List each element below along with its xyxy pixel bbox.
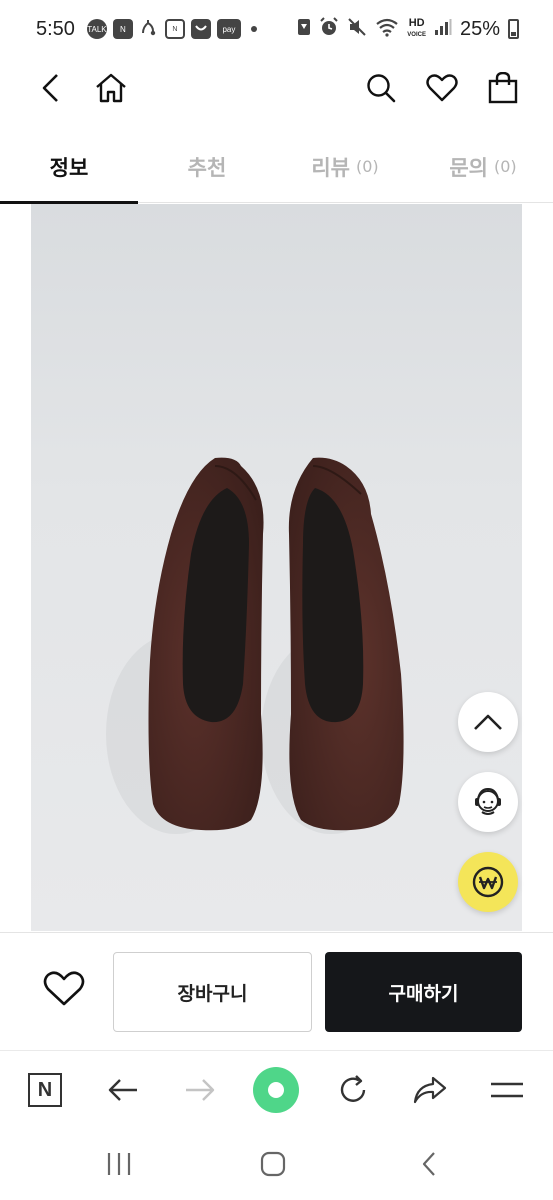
shoes-illustration (106, 457, 404, 834)
pay-floating-button[interactable] (458, 852, 518, 912)
status-bar: 5:50 TALK N N pay HD VOICE 25% (0, 0, 553, 58)
home-button[interactable] (89, 66, 133, 110)
customer-support-button[interactable] (458, 772, 518, 832)
tab-label: 리뷰 (311, 155, 350, 180)
signal-icon (434, 18, 452, 41)
reload-icon (340, 1075, 366, 1102)
tab-info[interactable]: 정보 (0, 130, 138, 204)
menu-icon (491, 1082, 523, 1098)
naver-icon: N (112, 19, 133, 39)
tab-count: (0) (493, 157, 517, 176)
status-time: 5:50 (36, 17, 75, 40)
talk-icon: TALK (86, 19, 107, 39)
more-notifications-icon (250, 26, 257, 32)
tab-recommend[interactable]: 추천 (138, 130, 276, 203)
browser-forward-button[interactable] (177, 1067, 223, 1113)
search-button[interactable] (359, 66, 403, 110)
share-icon (413, 1076, 447, 1104)
system-home-button[interactable] (253, 1144, 293, 1184)
sync-icon (297, 18, 311, 41)
wishlist-button[interactable] (420, 66, 464, 110)
tab-review[interactable]: 리뷰 (0) (276, 130, 414, 203)
heart-icon (426, 74, 458, 102)
wishlist-toggle-button[interactable] (40, 965, 88, 1013)
home-square-icon (260, 1151, 286, 1177)
product-image (31, 204, 522, 931)
recent-apps-icon (107, 1153, 131, 1175)
mute-icon (347, 17, 367, 42)
wifi-icon (375, 17, 399, 42)
battery-percent: 25% (459, 17, 500, 40)
tab-label: 추천 (187, 155, 227, 180)
reload-button[interactable] (330, 1067, 376, 1113)
top-navigation (0, 58, 553, 118)
tab-count: (0) (355, 157, 379, 176)
status-notification-icons: TALK N N pay (86, 17, 257, 42)
hd-voice-icon: HD VOICE (407, 17, 426, 39)
won-pay-icon (472, 866, 504, 898)
browser-toolbar: N (0, 1050, 553, 1128)
naver-home-button[interactable]: N (22, 1067, 68, 1113)
scroll-top-button[interactable] (458, 692, 518, 752)
green-dot-button[interactable] (253, 1067, 299, 1113)
green-dot-icon (253, 1067, 299, 1113)
recent-apps-button[interactable] (99, 1144, 139, 1184)
system-navigation (0, 1128, 553, 1200)
cart-button[interactable] (481, 66, 525, 110)
status-system-icons: HD VOICE 25% (297, 16, 519, 42)
heart-icon (43, 971, 85, 1006)
add-to-cart-button[interactable]: 장바구니 (113, 952, 312, 1032)
battery-icon (508, 19, 519, 39)
browser-menu-button[interactable] (484, 1067, 530, 1113)
shopping-bag-icon (488, 72, 518, 104)
home-icon (96, 73, 126, 103)
purchase-bar: 장바구니 구매하기 (0, 932, 553, 1050)
calendar-icon: N (164, 19, 185, 39)
product-tabs: 정보 추천 리뷰 (0) 문의 (0) (0, 130, 553, 204)
tab-label: 문의 (449, 155, 488, 180)
line-icon (190, 19, 211, 39)
support-agent-icon (475, 787, 501, 815)
browser-back-button[interactable] (100, 1067, 146, 1113)
system-back-button[interactable] (409, 1144, 449, 1184)
back-chevron-icon (422, 1152, 435, 1176)
tab-label: 정보 (49, 155, 89, 180)
chevron-up-icon (474, 714, 502, 730)
naver-n-icon: N (28, 1073, 62, 1107)
buy-now-button[interactable]: 구매하기 (325, 952, 522, 1032)
share-button[interactable] (407, 1067, 453, 1113)
search-icon (367, 74, 396, 103)
back-arrow-icon (108, 1079, 137, 1101)
tab-inquiry[interactable]: 문의 (0) (414, 130, 552, 203)
pay-icon: pay (216, 19, 241, 39)
forward-arrow-icon (186, 1079, 215, 1101)
music-icon (139, 17, 159, 42)
back-button[interactable] (28, 66, 72, 110)
back-icon (42, 74, 58, 102)
alarm-icon (319, 16, 339, 42)
